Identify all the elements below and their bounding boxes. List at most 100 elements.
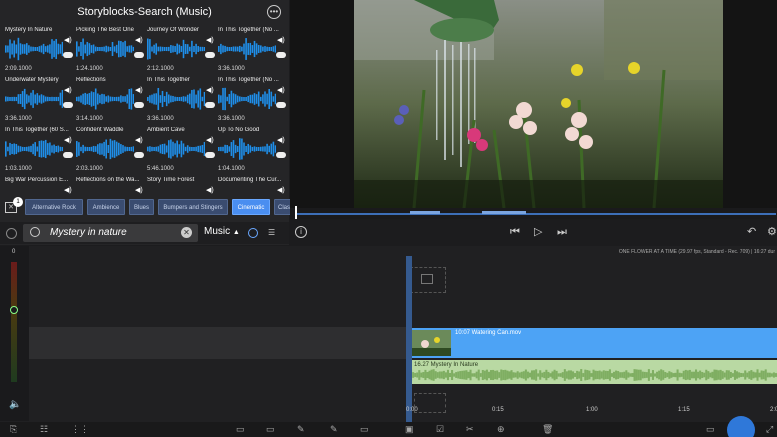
genre-chip[interactable]: Cinematic bbox=[232, 199, 270, 215]
skip-forward-icon[interactable]: ⏭ bbox=[557, 226, 567, 238]
layout-icon[interactable]: ▭ bbox=[706, 424, 715, 435]
track-tile[interactable]: In This Together (No ... 3:36.1000 ◀) bbox=[216, 25, 286, 73]
track-tile[interactable]: Picking The Best One 1:24.1000 ◀) bbox=[74, 25, 144, 73]
search-value: Mystery in nature bbox=[50, 227, 127, 238]
check-icon[interactable]: ☑ bbox=[436, 424, 444, 435]
undo-icon[interactable]: ↶ bbox=[747, 226, 756, 238]
search-submit-icon[interactable] bbox=[248, 228, 258, 238]
genre-chip[interactable]: Ambience bbox=[87, 199, 125, 215]
cloud-icon[interactable] bbox=[134, 52, 144, 58]
speaker-icon[interactable]: ◀) bbox=[64, 137, 72, 145]
speaker-icon[interactable]: ◀) bbox=[206, 37, 214, 45]
speaker-icon[interactable]: ◀) bbox=[64, 187, 72, 195]
track-name: In This Together bbox=[147, 77, 190, 83]
track-tile[interactable]: Documenting The Cur... ◀) bbox=[216, 175, 286, 208]
track-tile[interactable]: Ambient Cave 5:46.1000 ◀) bbox=[145, 125, 215, 173]
genre-chips: Alternative Rock Ambience Blues Bumpers and… bbox=[0, 199, 294, 217]
brush-icon[interactable]: ✎ bbox=[330, 424, 338, 435]
speaker-icon[interactable]: ◀) bbox=[206, 137, 214, 145]
track-name: Journey Of Wonder bbox=[147, 27, 199, 33]
waveform-thumbnail bbox=[218, 138, 276, 160]
cloud-icon[interactable] bbox=[63, 152, 73, 158]
speaker-icon[interactable]: 🔈 bbox=[9, 399, 21, 410]
genre-chip[interactable]: Alternative Rock bbox=[25, 199, 83, 215]
waveform-thumbnail bbox=[76, 138, 134, 160]
cloud-icon[interactable] bbox=[205, 52, 215, 58]
track-tile[interactable]: In This Together (No ... 3:36.1000 ◀) bbox=[216, 75, 286, 123]
timeline: 0 🔈 ONE FLOWER AT A TIME (29.97 fps, Sta… bbox=[0, 246, 777, 437]
speaker-icon[interactable]: ◀) bbox=[135, 187, 143, 195]
search-input[interactable]: Mystery in nature ✕ bbox=[23, 224, 198, 242]
play-icon[interactable]: ▷ bbox=[534, 226, 542, 238]
clear-search-icon[interactable]: ✕ bbox=[181, 227, 192, 238]
cloud-icon[interactable] bbox=[276, 52, 286, 58]
audio-clip[interactable]: 16.27 Mystery In Nature bbox=[408, 360, 777, 384]
track-name: Picking The Best One bbox=[76, 27, 134, 33]
speaker-icon[interactable]: ◀) bbox=[277, 37, 285, 45]
trash-icon[interactable]: 🗑 bbox=[542, 424, 553, 435]
media-icon[interactable]: ⎘ bbox=[10, 424, 17, 435]
export-icon[interactable]: ▣ bbox=[405, 424, 414, 435]
cloud-icon[interactable] bbox=[205, 152, 215, 158]
track-duration: 3:14.1000 bbox=[76, 116, 103, 122]
fullscreen-icon[interactable]: ⤢ bbox=[766, 424, 773, 435]
settings-icon[interactable]: ⚙ bbox=[767, 226, 777, 238]
list-icon[interactable]: ☷ bbox=[40, 424, 48, 435]
insert-icon[interactable]: ▭ bbox=[266, 424, 275, 435]
cloud-icon[interactable] bbox=[205, 102, 215, 108]
pen-icon[interactable]: ✎ bbox=[297, 424, 305, 435]
speaker-icon[interactable]: ◀) bbox=[64, 37, 72, 45]
cloud-icon[interactable] bbox=[276, 102, 286, 108]
track-tile[interactable]: In This Together 3:36.1000 ◀) bbox=[145, 75, 215, 123]
track-tile[interactable]: Mystery In Nature 2:09.1000 ◀) bbox=[3, 25, 73, 73]
cloud-icon[interactable] bbox=[134, 152, 144, 158]
preview-playhead[interactable] bbox=[295, 206, 297, 219]
speaker-icon[interactable]: ◀) bbox=[135, 37, 143, 45]
speaker-icon[interactable]: ◀) bbox=[277, 87, 285, 95]
track-tile[interactable]: In This Together (60 S... 1:03.1000 ◀) bbox=[3, 125, 73, 173]
grid-icon[interactable]: ⋮⋮ bbox=[71, 424, 89, 435]
info-icon[interactable]: i bbox=[295, 226, 307, 238]
cloud-icon[interactable] bbox=[63, 102, 73, 108]
timeline-playhead[interactable] bbox=[406, 256, 412, 422]
cloud-icon[interactable] bbox=[134, 102, 144, 108]
add-icon[interactable]: ⊕ bbox=[497, 424, 505, 435]
cloud-icon[interactable] bbox=[276, 152, 286, 158]
track-tile[interactable]: Reflections 3:14.1000 ◀) bbox=[74, 75, 144, 123]
speaker-icon[interactable]: ◀) bbox=[206, 187, 214, 195]
category-dropdown[interactable]: Music ▲ bbox=[204, 226, 240, 237]
track-tile[interactable]: Story Time Forest ◀) bbox=[145, 175, 215, 208]
replace-icon[interactable]: ▭ bbox=[236, 424, 245, 435]
track-tile[interactable]: Up To No Good 1:04.1000 ◀) bbox=[216, 125, 286, 173]
genre-chip[interactable]: Bumpers and Stingers bbox=[158, 199, 228, 215]
track-name: In This Together (No ... bbox=[218, 27, 279, 33]
add-media-button[interactable] bbox=[727, 416, 755, 437]
scissors-icon[interactable]: ✂ bbox=[466, 424, 474, 435]
split-icon[interactable]: ▭ bbox=[360, 424, 369, 435]
skip-back-icon[interactable]: ⏮ bbox=[510, 226, 520, 238]
speaker-icon[interactable]: ◀) bbox=[206, 87, 214, 95]
audio-meter-rail: 0 🔈 bbox=[0, 246, 29, 421]
track-duration: 5:46.1000 bbox=[147, 166, 174, 172]
sort-icon[interactable]: ☰ bbox=[268, 228, 280, 238]
track-name: Reflections on the Wa... bbox=[76, 177, 140, 183]
speaker-icon[interactable]: ◀) bbox=[135, 137, 143, 145]
volume-knob[interactable] bbox=[10, 306, 18, 314]
track-tile[interactable]: Reflections on the Wa... ◀) bbox=[74, 175, 144, 208]
track-tile[interactable]: Underwater Mystery 3:36.1000 ◀) bbox=[3, 75, 73, 123]
cloud-icon[interactable] bbox=[63, 52, 73, 58]
record-icon[interactable] bbox=[6, 228, 17, 239]
speaker-icon[interactable]: ◀) bbox=[277, 137, 285, 145]
speaker-icon[interactable]: ◀) bbox=[277, 187, 285, 195]
bottom-toolbar: ⎘ ☷ ⋮⋮ ▭ ▭ ✎ ✎ ▭ ▣ ☑ ✂ ⊕ 🗑 ▭ ⤢ bbox=[0, 422, 777, 437]
track-tile[interactable]: Journey Of Wonder 2:12.1000 ◀) bbox=[145, 25, 215, 73]
speaker-icon[interactable]: ◀) bbox=[135, 87, 143, 95]
track-tile[interactable]: Confident Waddle 2:03.1000 ◀) bbox=[74, 125, 144, 173]
video-clip[interactable]: 10:07 Watering Can.mov bbox=[408, 328, 777, 358]
more-options-icon[interactable]: ••• bbox=[267, 5, 281, 19]
genre-chip[interactable]: Blues bbox=[129, 199, 154, 215]
speaker-icon[interactable]: ◀) bbox=[64, 87, 72, 95]
track-name: In This Together (60 S... bbox=[5, 127, 69, 133]
preview-scrubber[interactable] bbox=[290, 208, 777, 219]
track-tile[interactable]: Big War Percussion E... ◀) bbox=[3, 175, 73, 208]
